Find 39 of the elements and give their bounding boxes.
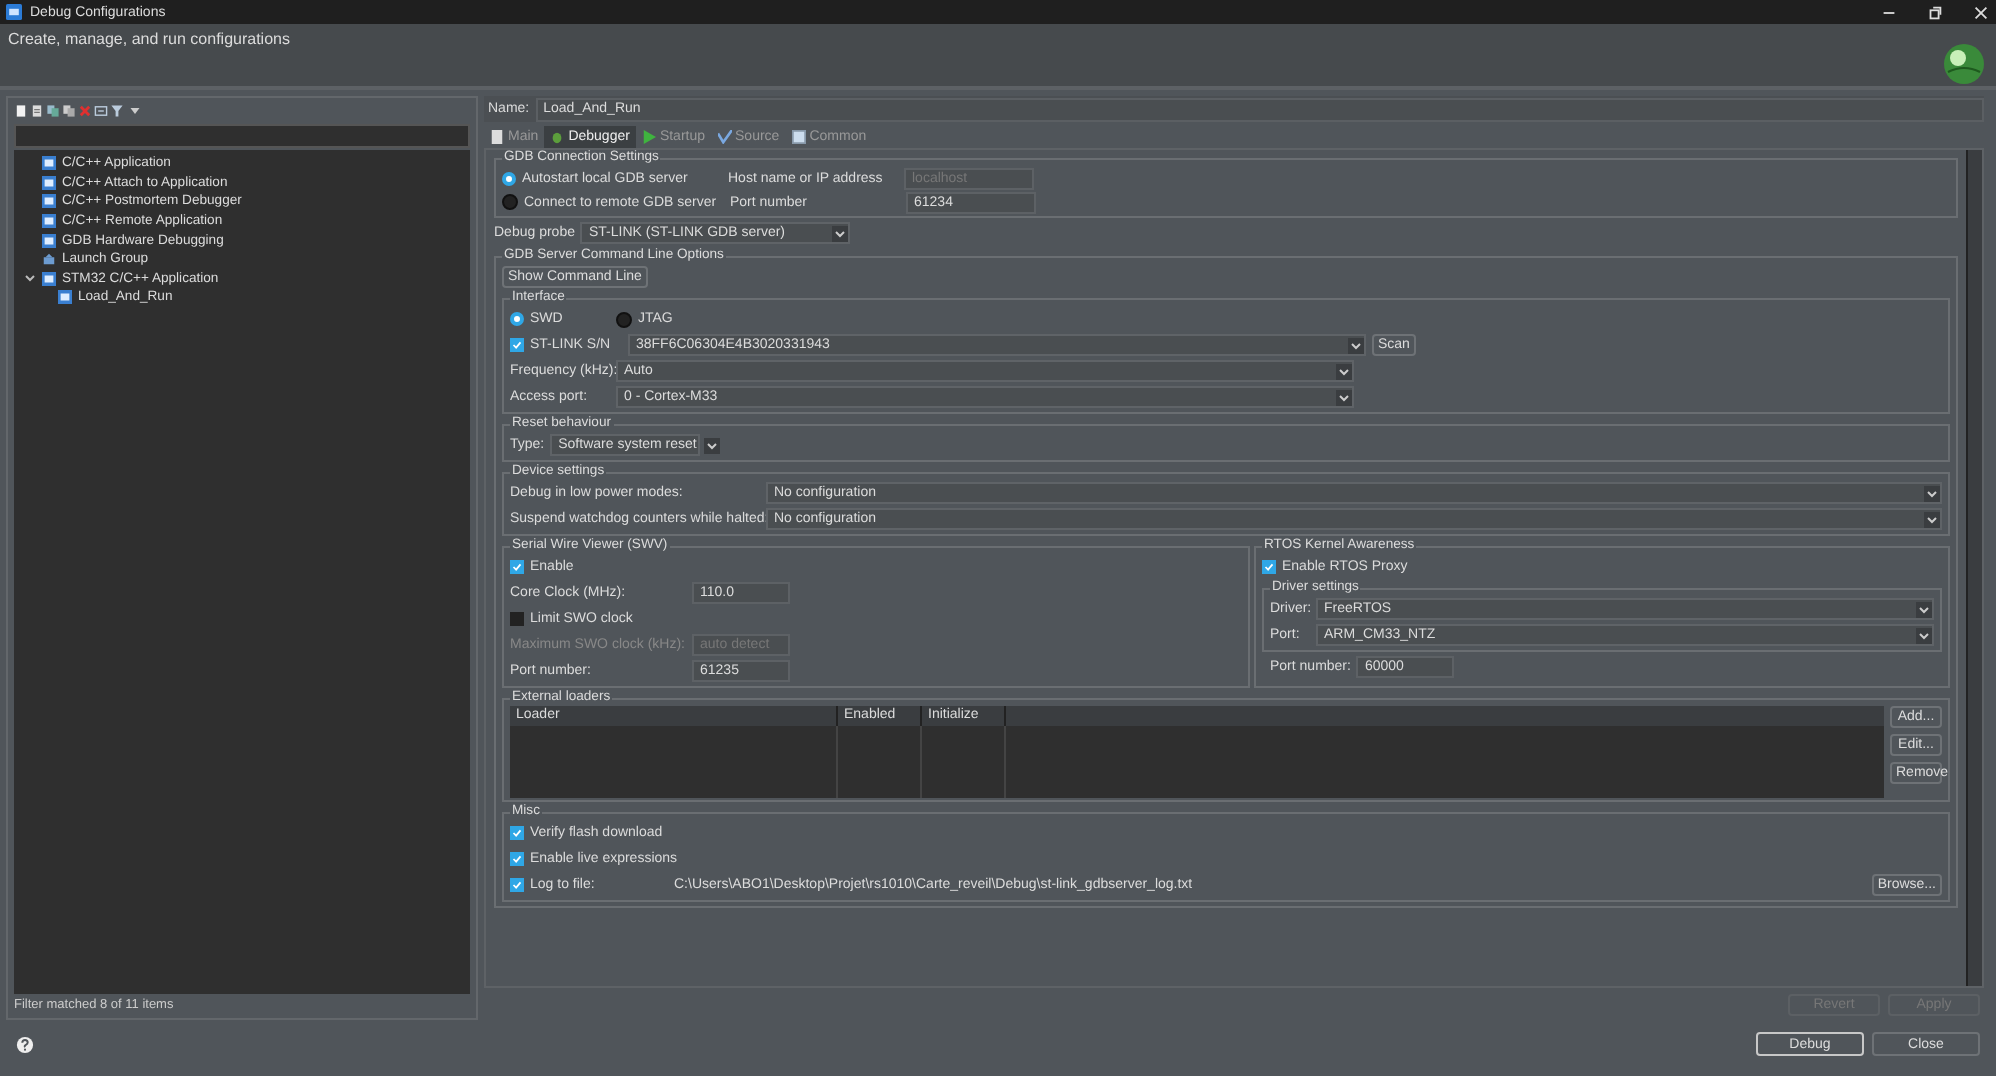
duplicate-icon[interactable] (46, 103, 60, 117)
checkbox[interactable] (510, 338, 524, 352)
caret-icon (1924, 511, 1940, 527)
app-icon (6, 4, 22, 20)
copy-icon[interactable] (62, 103, 76, 117)
chevron-icon[interactable] (24, 272, 36, 285)
document-icon[interactable] (30, 103, 44, 117)
caret-icon (1336, 363, 1352, 379)
checkbox[interactable] (1262, 560, 1276, 574)
checkbox[interactable] (510, 852, 524, 866)
scrollbar[interactable] (1966, 150, 1982, 986)
filter-icon[interactable] (110, 103, 124, 117)
window-icon (791, 130, 806, 144)
header-title: Create, manage, and run configurations (8, 30, 292, 48)
filter-field[interactable] (14, 124, 470, 148)
radio-button[interactable] (502, 171, 516, 185)
group-icon (42, 252, 56, 267)
caret-icon (1336, 389, 1352, 405)
checkbox[interactable] (510, 612, 524, 626)
radio-button[interactable] (502, 194, 518, 210)
play-icon (641, 130, 656, 144)
close-icon[interactable] (1972, 3, 1990, 21)
caret-icon (704, 437, 721, 453)
help-icon[interactable] (16, 1035, 34, 1053)
caret-icon (1916, 627, 1932, 643)
restore-icon[interactable] (1926, 3, 1944, 21)
caret-icon (1924, 485, 1940, 501)
caret-icon[interactable] (130, 107, 140, 113)
checkbox[interactable] (510, 826, 524, 840)
caret-icon (832, 225, 849, 241)
radio-button[interactable] (616, 311, 632, 327)
checkbox[interactable] (510, 878, 524, 892)
radio-button[interactable] (510, 312, 524, 326)
new-document-icon[interactable] (14, 103, 28, 117)
collapse-icon[interactable] (94, 103, 108, 117)
caret-icon (1348, 337, 1364, 353)
caret-icon (1916, 601, 1932, 617)
checkbox[interactable] (510, 560, 524, 574)
page-icon (490, 130, 504, 144)
